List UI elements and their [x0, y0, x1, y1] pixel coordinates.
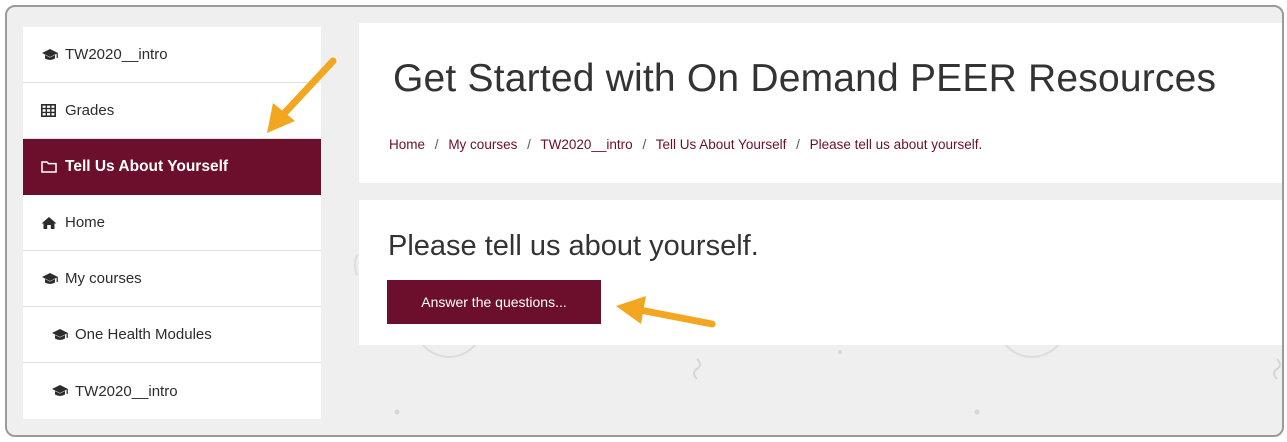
- sidebar-item-one-health-modules[interactable]: One Health Modules: [23, 307, 321, 363]
- graduation-cap-icon: [51, 384, 75, 398]
- screenshot-frame: TW2020__intro Grades Tell Us About Yours…: [5, 5, 1284, 437]
- graduation-cap-icon: [41, 48, 65, 62]
- breadcrumb-separator: /: [796, 137, 800, 152]
- sidebar-item-label: Home: [65, 214, 106, 231]
- annotation-arrow-button: [616, 296, 716, 328]
- annotation-arrow-sidebar: [267, 57, 337, 133]
- sidebar-item-label: My courses: [65, 270, 142, 287]
- sidebar-item-label: TW2020__intro: [75, 382, 178, 400]
- breadcrumb-separator: /: [527, 137, 531, 152]
- table-icon: [41, 104, 65, 117]
- activity-heading: Please tell us about yourself.: [388, 230, 759, 262]
- breadcrumb-separator: /: [642, 137, 647, 152]
- sidebar-item-label: Tell Us About Yourself: [65, 157, 229, 175]
- sidebar-item-tell-us-about-yourself[interactable]: Tell Us About Yourself: [23, 139, 321, 195]
- breadcrumb-section[interactable]: Tell Us About Yourself: [656, 137, 787, 152]
- folder-icon: [41, 160, 65, 173]
- sidebar-item-label: One Health Modules: [75, 326, 212, 343]
- sidebar-item-tw2020-intro-2[interactable]: TW2020__intro: [23, 363, 321, 419]
- breadcrumb: Home / My courses / TW2020__intro / Tell…: [389, 137, 982, 152]
- sidebar-item-label: TW2020__intro: [65, 46, 168, 63]
- answer-questions-button[interactable]: Answer the questions...: [387, 280, 601, 324]
- breadcrumb-current[interactable]: Please tell us about yourself.: [810, 137, 983, 152]
- sidebar-item-home[interactable]: Home: [23, 195, 321, 251]
- page-header: Get Started with On Demand PEER Resource…: [359, 23, 1282, 183]
- sidebar-item-label: Grades: [65, 102, 115, 119]
- activity-card: Please tell us about yourself. Answer th…: [359, 200, 1282, 345]
- breadcrumb-course[interactable]: TW2020__intro: [540, 137, 632, 152]
- breadcrumb-my-courses[interactable]: My courses: [448, 137, 517, 152]
- home-icon: [41, 216, 65, 230]
- breadcrumb-home[interactable]: Home: [389, 137, 425, 152]
- graduation-cap-icon: [51, 328, 75, 342]
- breadcrumb-separator: /: [434, 137, 439, 152]
- page-title: Get Started with On Demand PEER Resource…: [393, 57, 1217, 100]
- graduation-cap-icon: [41, 272, 65, 286]
- sidebar-item-my-courses[interactable]: My courses: [23, 251, 321, 307]
